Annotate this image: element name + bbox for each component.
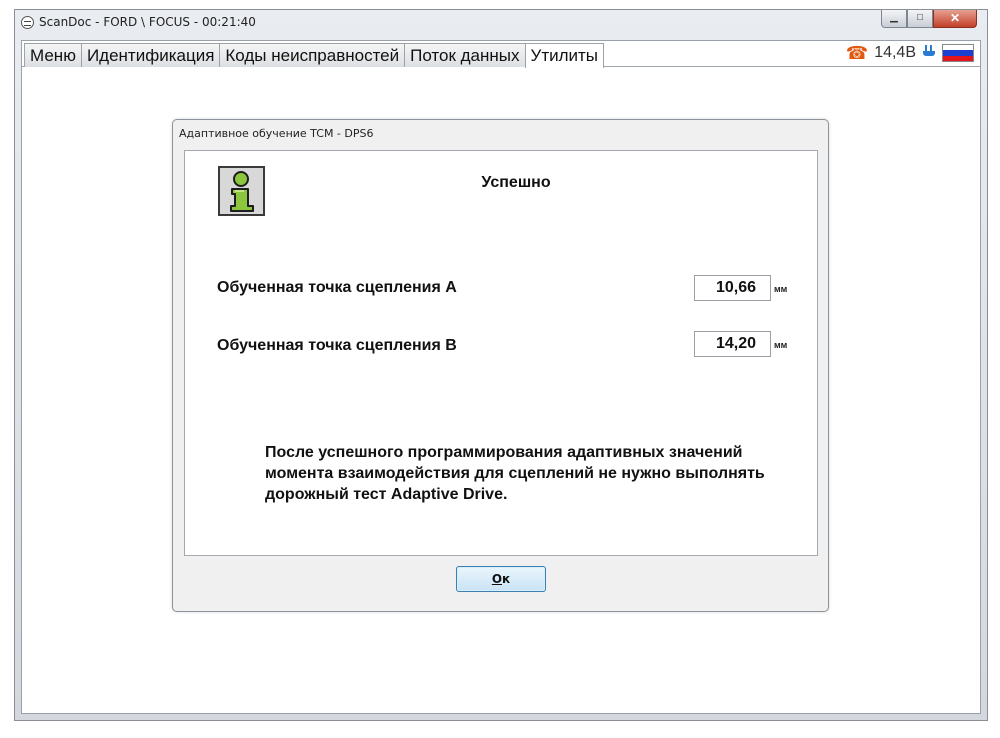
dialog-panel: Успешно Обученная точка сцепления А 10,6…: [184, 150, 818, 556]
phone-icon: ☎: [845, 43, 869, 63]
minimize-button[interactable]: ▁: [881, 10, 907, 28]
close-button[interactable]: ✕: [933, 10, 977, 28]
clutch-point-a-label: Обученная точка сцепления А: [217, 279, 457, 296]
dialog-title: Адаптивное обучение TCM - DPS6: [179, 127, 374, 140]
clutch-point-a-unit: мм: [774, 284, 788, 294]
clutch-point-a-value: 10,66: [694, 275, 771, 301]
result-heading: Успешно: [481, 174, 551, 191]
info-note: После успешного программирования адаптив…: [265, 444, 765, 503]
tab-fault-codes[interactable]: Коды неисправностей: [219, 43, 406, 67]
clutch-point-b-value: 14,20: [694, 331, 771, 357]
adaptive-learning-dialog: Адаптивное обучение TCM - DPS6 Успешно О…: [172, 119, 829, 612]
clutch-point-b-label: Обученная точка сцепления В: [217, 337, 457, 354]
title-bar: ScanDoc - FORD \ FOCUS - 00:21:40 ▁ □ ✕: [15, 10, 987, 36]
app-icon[interactable]: [21, 16, 34, 29]
window-title: ScanDoc - FORD \ FOCUS - 00:21:40: [39, 15, 256, 29]
tab-bar: Меню Идентификация Коды неисправностей П…: [22, 41, 980, 68]
maximize-button[interactable]: □: [907, 10, 933, 28]
plug-icon: [922, 45, 936, 61]
tab-utilities[interactable]: Утилиты: [524, 43, 605, 68]
voltage-readout: 14,4В: [874, 44, 916, 61]
tab-identification[interactable]: Идентификация: [80, 43, 221, 67]
tab-menu[interactable]: Меню: [24, 43, 82, 67]
status-area: ☎ 14,4В: [846, 44, 974, 62]
clutch-point-b-unit: мм: [774, 340, 788, 350]
caption-buttons: ▁ □ ✕: [881, 10, 977, 30]
tab-data-stream[interactable]: Поток данных: [404, 43, 526, 67]
flag-stripe-red: [943, 55, 973, 61]
russian-flag-icon[interactable]: [942, 44, 974, 62]
ok-button[interactable]: Ок: [456, 566, 546, 592]
